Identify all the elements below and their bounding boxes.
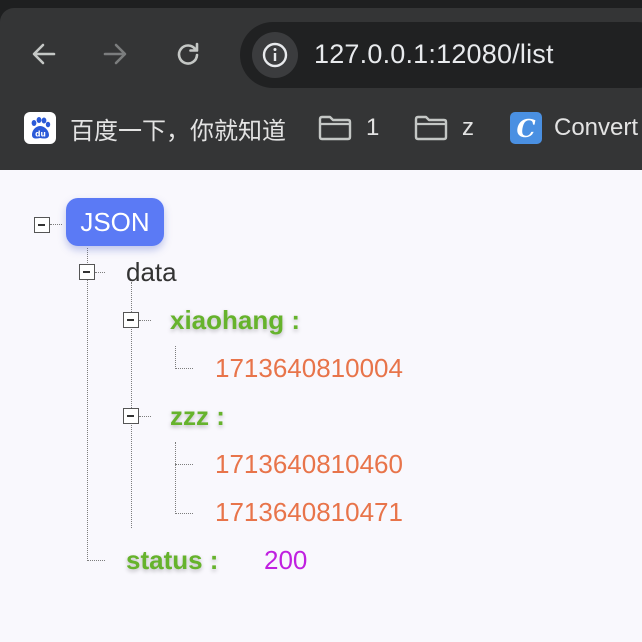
tree-connector xyxy=(175,464,193,465)
convert-icon: C xyxy=(510,112,542,144)
tree-connector xyxy=(95,272,105,273)
bookmark-label: 百度一下，你就知道 xyxy=(70,117,286,145)
collapse-root-toggle[interactable] xyxy=(34,217,50,233)
collapse-data-toggle[interactable] xyxy=(79,264,95,280)
xiaohang-value: 1713640810004 xyxy=(215,353,403,383)
data-key[interactable]: data xyxy=(126,257,177,288)
tree-connector xyxy=(175,442,176,514)
bookmark-label: z xyxy=(462,114,474,141)
browser-chrome: 127.0.0.1:12080/list du 百度一下，你就知道 1 z C … xyxy=(0,0,642,170)
bookmark-convert[interactable]: C Convert xyxy=(510,108,638,148)
tree-connector xyxy=(175,368,193,369)
forward-button[interactable] xyxy=(95,34,135,74)
json-tree: JSON data xiaohang : 1713640810004 zzz :… xyxy=(0,170,642,642)
site-info-button[interactable] xyxy=(252,32,298,78)
bookmark-label: Convert xyxy=(554,114,639,141)
bookmark-folder-1[interactable]: 1 xyxy=(318,108,379,148)
tree-connector xyxy=(175,513,193,514)
tree-connector xyxy=(139,320,151,321)
toolbar-corner xyxy=(0,8,28,36)
tree-connector xyxy=(175,346,176,369)
info-icon xyxy=(262,42,288,68)
url-text[interactable]: 127.0.0.1:12080/list xyxy=(314,39,554,70)
arrow-left-icon xyxy=(32,43,56,65)
tree-connector xyxy=(87,248,88,561)
xiaohang-key[interactable]: xiaohang : xyxy=(170,305,300,336)
zzz-value: 1713640810471 xyxy=(215,497,403,527)
bookmark-folder-z[interactable]: z xyxy=(414,108,474,148)
folder-icon xyxy=(414,114,448,142)
folder-icon xyxy=(318,114,352,142)
reload-button[interactable] xyxy=(168,34,208,74)
zzz-key[interactable]: zzz : xyxy=(170,401,225,432)
tab-strip xyxy=(0,0,642,8)
collapse-zzz-toggle[interactable] xyxy=(123,408,139,424)
baidu-icon: du xyxy=(24,112,56,144)
back-button[interactable] xyxy=(24,34,64,74)
address-bar[interactable]: 127.0.0.1:12080/list xyxy=(240,22,642,88)
zzz-value: 1713640810460 xyxy=(215,449,403,479)
tree-connector xyxy=(50,224,62,225)
json-root-badge[interactable]: JSON xyxy=(66,198,164,246)
reload-icon xyxy=(177,42,199,65)
status-value: 200 xyxy=(264,545,308,575)
status-key[interactable]: status : xyxy=(126,545,218,576)
svg-text:du: du xyxy=(35,130,46,139)
tree-connector xyxy=(139,416,151,417)
bookmark-baidu[interactable]: du 百度一下，你就知道 xyxy=(24,108,286,148)
tree-connector xyxy=(87,560,105,561)
collapse-xiaohang-toggle[interactable] xyxy=(123,312,139,328)
arrow-right-icon xyxy=(103,43,127,65)
bookmark-label: 1 xyxy=(366,114,380,141)
